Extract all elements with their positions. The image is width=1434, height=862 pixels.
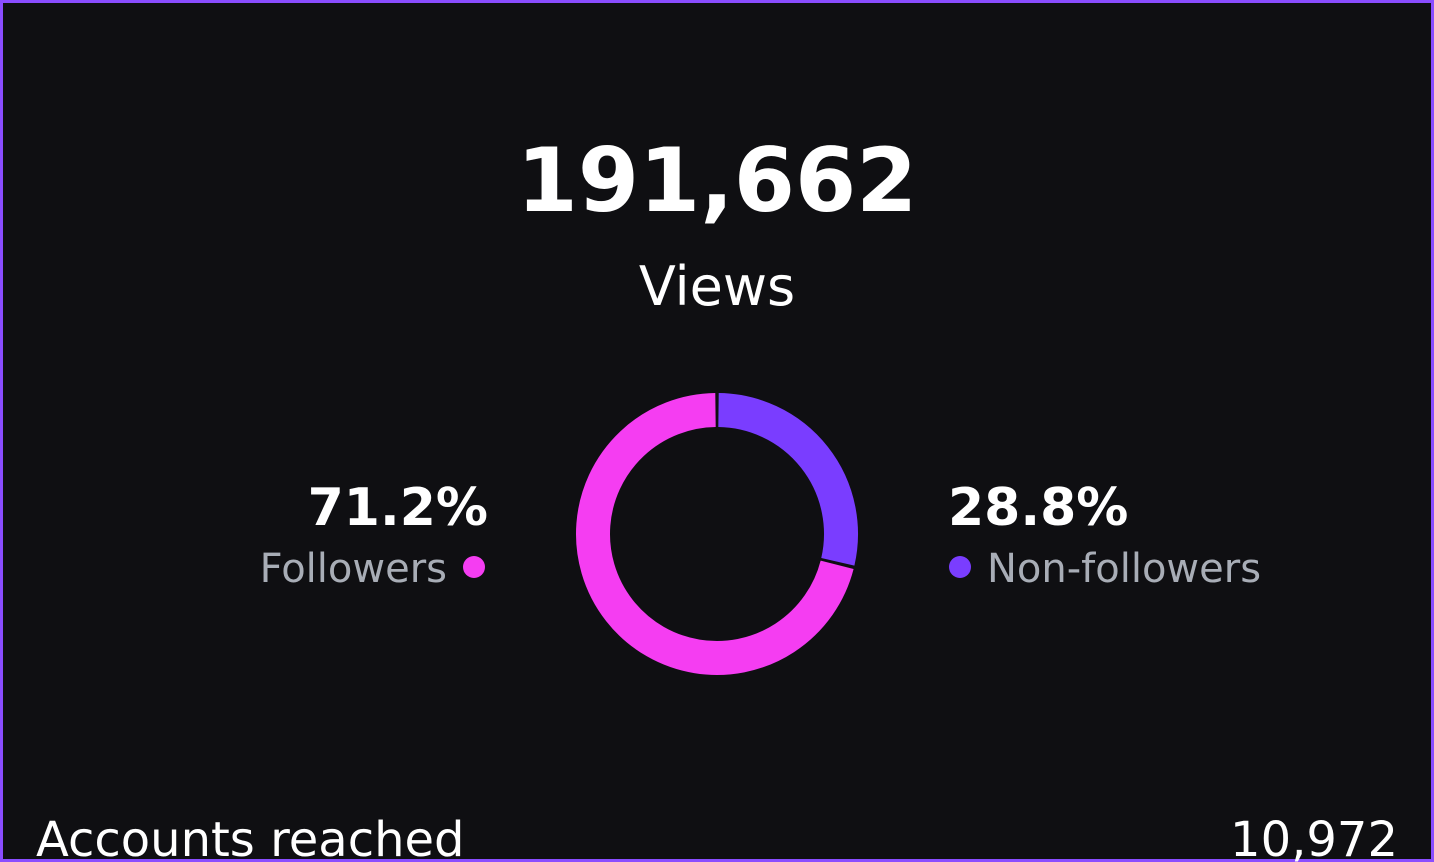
views-label: Views (638, 255, 796, 318)
followers-percent: 71.2% (307, 478, 488, 538)
followers-dot (463, 556, 485, 578)
followers-label: Followers (259, 546, 447, 592)
accounts-reached-value: 10,972 (1230, 812, 1398, 862)
accounts-reached-label[interactable]: Accounts reached (36, 808, 465, 862)
views-total: 191,662 (516, 129, 918, 232)
non-followers-dot (949, 556, 971, 578)
non-followers-percent: 28.8% (948, 478, 1129, 538)
non-followers-legend: 28.8% Non-followers (948, 474, 1368, 596)
views-donut-chart (576, 393, 858, 675)
donut-slice-non-followers (717, 393, 858, 566)
non-followers-label: Non-followers (987, 546, 1262, 592)
followers-legend: 71.2% Followers (200, 474, 488, 596)
